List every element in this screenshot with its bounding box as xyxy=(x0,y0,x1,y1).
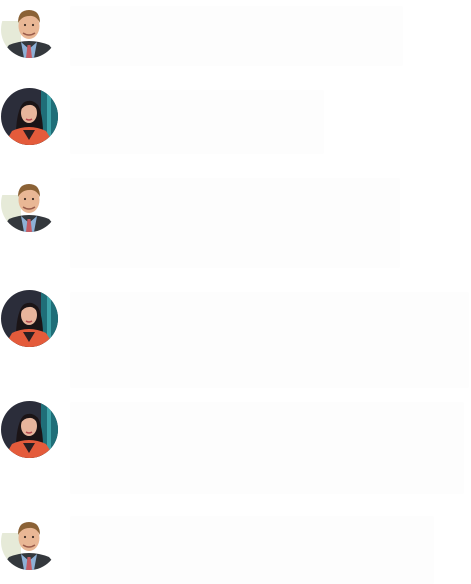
chat-message xyxy=(0,288,471,388)
woman-avatar-icon xyxy=(1,290,58,347)
message-bubble xyxy=(70,516,434,584)
message-bubble xyxy=(70,402,464,494)
chat-message xyxy=(0,86,471,156)
message-bubble xyxy=(70,6,403,66)
chat-thread xyxy=(0,0,471,584)
man-avatar-icon xyxy=(1,513,58,570)
woman-avatar-icon xyxy=(1,401,58,458)
chat-message xyxy=(0,174,471,270)
man-avatar-icon xyxy=(1,1,58,58)
woman-avatar-icon xyxy=(1,88,58,145)
message-bubble xyxy=(70,178,400,268)
message-bubble xyxy=(70,292,469,388)
man-avatar-icon xyxy=(1,175,58,232)
chat-message xyxy=(0,510,471,584)
chat-message xyxy=(0,0,471,70)
chat-message xyxy=(0,398,471,498)
message-bubble xyxy=(70,90,324,154)
